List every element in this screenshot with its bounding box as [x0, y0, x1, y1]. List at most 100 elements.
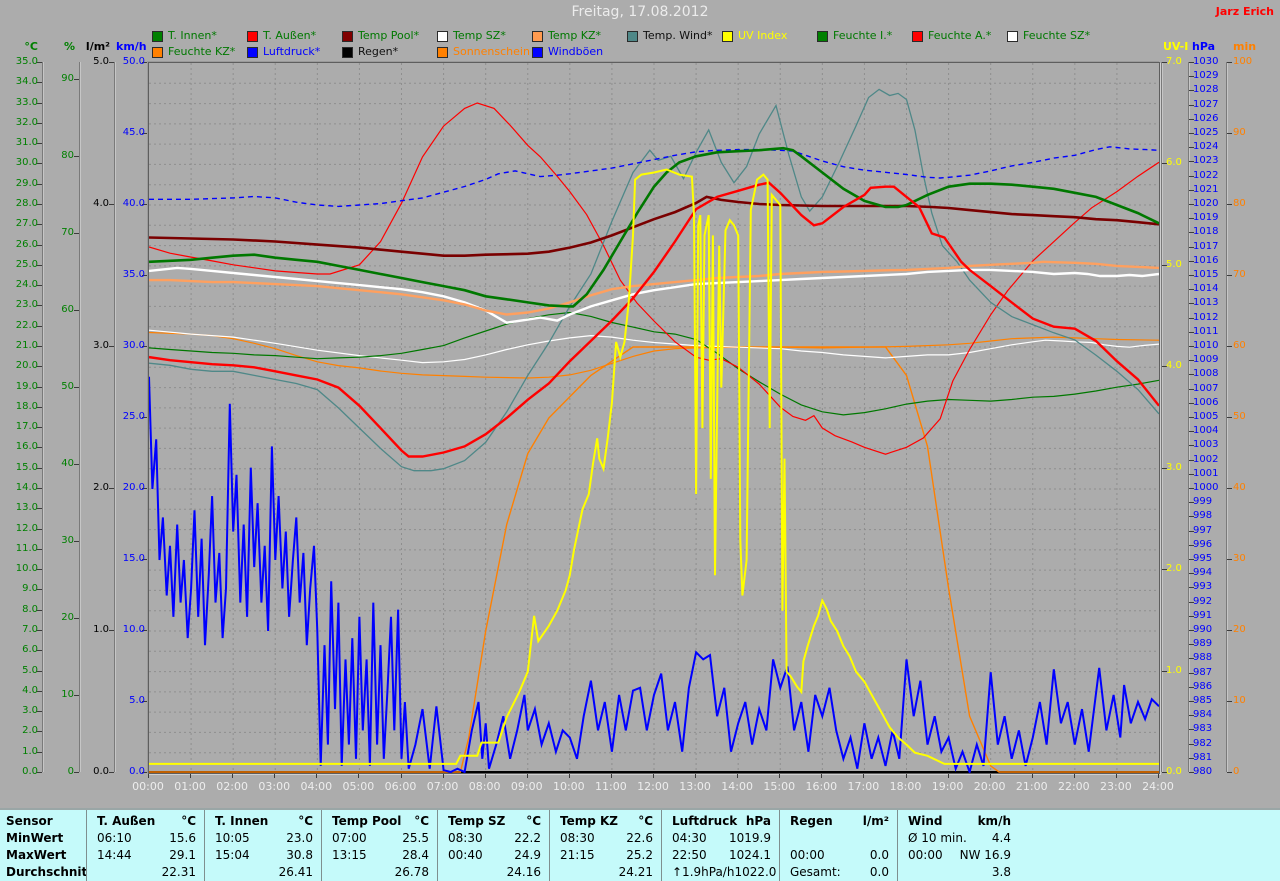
- axis-tick-label-kmh: 15.0: [122, 553, 145, 564]
- legend-label: T. Innen*: [168, 29, 217, 42]
- x-axis-label: 24:00: [1142, 780, 1174, 793]
- table-cell: 15:04 30.8: [215, 848, 313, 862]
- table-col-unit: °C: [526, 814, 541, 828]
- series-temp_pool: [149, 195, 1159, 257]
- axis-tick-label-hpa: 996: [1193, 538, 1213, 550]
- axis-tick: [74, 617, 79, 619]
- axis-tick-label-c: 2.0: [22, 725, 38, 737]
- legend-row-2: Feuchte KZ* Luftdruck* Regen* Sonnenschein W…: [152, 46, 627, 58]
- axis-tick-label-min: 80: [1233, 198, 1246, 209]
- axis-tick-label-hpa: 1023: [1193, 155, 1219, 167]
- axis-tick-label-hpa: 984: [1193, 709, 1213, 721]
- table-column-sensor: Sensor MinWert MaxWert Durchschnitt: [0, 810, 86, 881]
- table-row-header: MinWert: [6, 831, 64, 845]
- x-axis-tick: [232, 774, 234, 778]
- axis-tick-label-hpa: 1012: [1193, 311, 1219, 323]
- x-axis-label: 05:00: [342, 780, 375, 793]
- axis-tick-label-pct: 80: [61, 149, 74, 161]
- legend-swatch-icon: [152, 46, 163, 58]
- x-axis-label: 18:00: [889, 780, 922, 793]
- legend-swatch-icon: [247, 46, 258, 58]
- legend-label: Regen*: [358, 45, 399, 58]
- legend-label: Sonnenschein: [453, 45, 530, 58]
- x-axis-tick: [610, 774, 612, 778]
- axis-tick-label-hpa: 1013: [1193, 297, 1219, 309]
- stats-table: Sensor MinWert MaxWert Durchschnitt T. Außen…: [0, 808, 1280, 881]
- x-axis-tick: [947, 774, 949, 778]
- x-axis-label: 04:00: [300, 780, 333, 793]
- axis-tick-label-pct: 20: [61, 611, 74, 623]
- x-axis-tick: [821, 774, 823, 778]
- x-axis-tick: [695, 774, 697, 778]
- axis-tick-label-hpa: 981: [1193, 751, 1213, 763]
- legend-item: Luftdruck*: [247, 46, 342, 58]
- legend-label: Temp. Wind*: [643, 29, 713, 42]
- axis-rail-uv: [1161, 62, 1162, 772]
- legend-label: UV Index: [738, 29, 788, 42]
- axis-tick-label-min: 10: [1233, 695, 1246, 706]
- x-axis-label: 10:00: [552, 780, 585, 793]
- axis-tick-label-c: 18.0: [15, 400, 38, 412]
- axis-tick-label-hpa: 1008: [1193, 368, 1219, 380]
- axis-tick-label-hpa: 1019: [1193, 212, 1219, 224]
- axis-tick-label-hpa: 1017: [1193, 240, 1219, 252]
- x-axis-tick: [274, 774, 276, 778]
- axis-unit-rain: l/m²: [85, 40, 110, 53]
- table-cell: 22.31: [161, 865, 196, 879]
- legend-swatch-icon: [627, 30, 638, 42]
- axis-tick-label-min: 40: [1233, 482, 1246, 493]
- legend-swatch-icon: [437, 46, 448, 58]
- table-col-unit: °C: [298, 814, 313, 828]
- legend-item: Temp. Wind*: [627, 30, 722, 42]
- axis-tick-label-pct: 90: [61, 72, 74, 84]
- axis-tick-label-hpa: 1007: [1193, 382, 1219, 394]
- axis-tick-label-hpa: 1027: [1193, 98, 1219, 110]
- table-empty-area: [1019, 810, 1280, 881]
- x-axis-label: 21:00: [1015, 780, 1048, 793]
- axis-tick-label-c: 3.0: [22, 705, 38, 717]
- table-row-header: Sensor: [6, 814, 53, 828]
- axis-tick-label-hpa: 993: [1193, 581, 1213, 593]
- axis-tick-label-hpa: 982: [1193, 737, 1213, 749]
- axis-tick-label-c: 12.0: [15, 522, 38, 534]
- axis-tick-label-hpa: 1002: [1193, 453, 1219, 465]
- legend-item: Regen*: [342, 46, 437, 58]
- axis-tick-label-kmh: 10.0: [122, 624, 145, 635]
- axis-tick-label-hpa: 1003: [1193, 439, 1219, 451]
- author-label: Jarz Erich: [1215, 5, 1274, 18]
- axis-tick-label-hpa: 1004: [1193, 425, 1219, 437]
- x-axis-label: 17:00: [847, 780, 880, 793]
- legend-swatch-icon: [152, 30, 163, 42]
- axis-tick-label-hpa: 1021: [1193, 183, 1219, 195]
- axis-tick-label-c: 26.0: [15, 238, 38, 250]
- axis-unit-pressure: hPa: [1192, 40, 1216, 53]
- axis-tick: [1227, 488, 1232, 489]
- axis-tick-label-min: 20: [1233, 624, 1246, 635]
- axis-tick-label-c: 1.0: [22, 745, 38, 757]
- x-axis-tick: [442, 774, 444, 778]
- axis-tick: [1227, 133, 1232, 134]
- axis-tick-label-pct: 10: [61, 688, 74, 700]
- x-axis-tick: [653, 774, 654, 778]
- x-axis-label: 06:00: [384, 780, 417, 793]
- legend-label: Luftdruck*: [263, 45, 321, 58]
- table-col-unit: km/h: [977, 814, 1011, 828]
- x-axis-tick: [1031, 774, 1033, 778]
- table-cell: 13:15 28.4: [332, 848, 429, 862]
- table-col-unit: °C: [638, 814, 653, 828]
- x-axis-label: 23:00: [1100, 780, 1132, 793]
- table-cell: [780, 830, 897, 847]
- x-axis-label: 07:00: [426, 780, 459, 793]
- x-axis-tick: [568, 774, 570, 778]
- legend-item: Feuchte A.*: [912, 30, 1007, 42]
- axis-tick: [1227, 275, 1232, 276]
- table-col-label: T. Außen: [97, 814, 156, 828]
- table-cell: 00:40 24.9: [448, 848, 541, 862]
- axis-tick-label-c: 35.0: [15, 56, 38, 67]
- axis-tick-label-c: 5.0: [22, 664, 38, 676]
- axis-tick-label-pct: 30: [61, 534, 74, 546]
- legend-item: Temp Pool*: [342, 30, 437, 42]
- axis-tick-label-kmh: 0.0: [129, 766, 145, 777]
- table-column-Wind: Wind km/h Ø 10 min. 4.4 00:00 NW 16.9 3.8: [897, 810, 1019, 881]
- x-axis-label: 03:00: [258, 780, 291, 793]
